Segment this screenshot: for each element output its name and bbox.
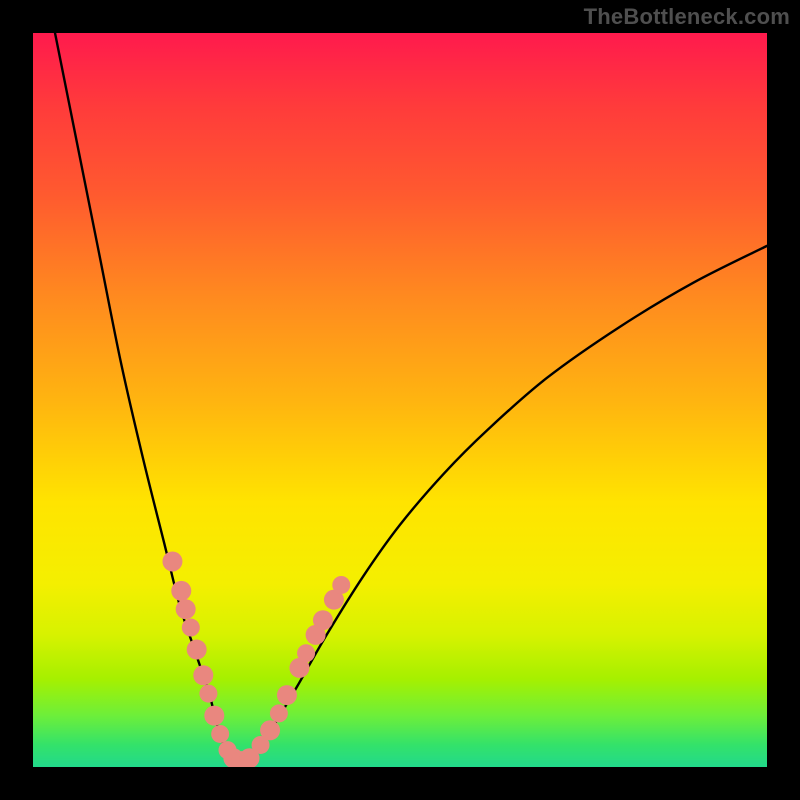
- marker-point: [182, 619, 200, 637]
- watermark-text: TheBottleneck.com: [584, 4, 790, 30]
- marker-point: [171, 581, 191, 601]
- marker-point: [162, 551, 182, 571]
- marker-point: [277, 685, 297, 705]
- chart-svg: [33, 33, 767, 767]
- marker-point: [297, 644, 315, 662]
- marker-point: [193, 665, 213, 685]
- marker-point: [199, 685, 217, 703]
- bottleneck-curve-path: [55, 33, 767, 763]
- marker-group: [162, 551, 350, 767]
- chart-container: TheBottleneck.com: [0, 0, 800, 800]
- marker-point: [211, 725, 229, 743]
- marker-point: [313, 610, 333, 630]
- marker-point: [176, 599, 196, 619]
- marker-point: [332, 576, 350, 594]
- marker-point: [260, 720, 280, 740]
- marker-point: [270, 704, 288, 722]
- marker-point: [187, 640, 207, 660]
- plot-area: [33, 33, 767, 767]
- marker-point: [204, 706, 224, 726]
